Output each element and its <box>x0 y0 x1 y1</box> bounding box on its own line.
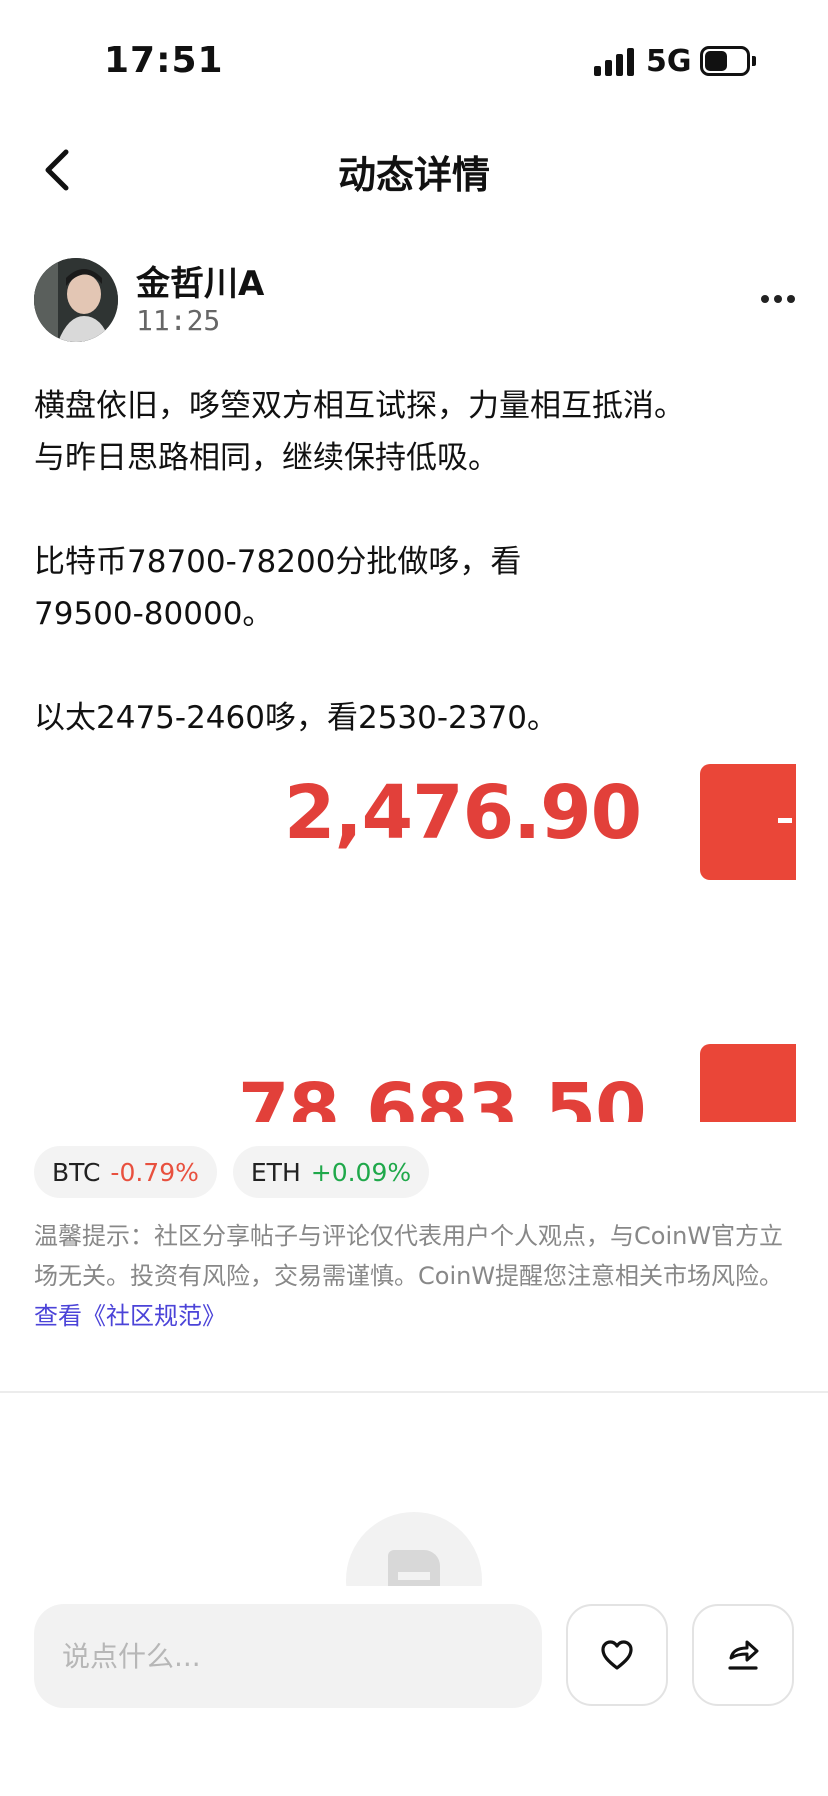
coin-tag-eth[interactable]: ETH +0.09% <box>232 1146 430 1198</box>
more-button[interactable] <box>754 284 802 314</box>
coin-change: +0.09% <box>310 1157 412 1187</box>
post-body: 横盘依旧，哆箜双方相互试探，力量相互抵消。 与昨日思路相同，继续保持低吸。 比特… <box>34 380 794 744</box>
post-line: 79500-80000。 <box>34 596 274 632</box>
community-rules-link[interactable]: 查看《社区规范》 <box>34 1302 226 1330</box>
disclaimer-text: 温馨提示：社区分享帖子与评论仅代表用户个人观点，与CoinW官方立场无关。投资有… <box>34 1222 784 1290</box>
nav-bar: 动态详情 <box>0 120 828 220</box>
comment-input[interactable] <box>34 1604 542 1708</box>
post-image[interactable]: 2,476.90 78,683.50 <box>34 756 796 1122</box>
coin-tags: BTC -0.79% ETH +0.09% <box>34 1146 430 1198</box>
post-time: 11:25 <box>136 304 221 337</box>
share-icon <box>728 1640 759 1670</box>
red-button-block <box>700 764 796 880</box>
post-line: 横盘依旧，哆箜双方相互试探，力量相互抵消。 <box>34 388 685 424</box>
divider <box>0 1391 828 1393</box>
post-line: 与昨日思路相同，继续保持低吸。 <box>34 440 499 476</box>
eth-price-text: 2,476.90 <box>284 770 642 856</box>
coin-symbol: ETH <box>250 1157 301 1187</box>
page-title: 动态详情 <box>337 153 490 197</box>
network-label: 5G <box>646 44 692 79</box>
post-line: 比特币78700-78200分批做哆，看 <box>34 544 522 580</box>
author-name[interactable]: 金哲川A <box>136 256 264 305</box>
signal-icon <box>594 48 636 76</box>
empty-comments-illustration <box>346 1512 482 1586</box>
disclaimer: 温馨提示：社区分享帖子与评论仅代表用户个人观点，与CoinW官方立场无关。投资有… <box>34 1216 796 1336</box>
more-icon <box>761 295 795 303</box>
status-time: 17:51 <box>104 40 224 81</box>
author-row: 金哲川A 11:25 <box>0 254 828 354</box>
avatar-image <box>34 258 118 342</box>
document-icon <box>388 1550 440 1586</box>
avatar[interactable] <box>34 258 118 342</box>
coin-tag-btc[interactable]: BTC -0.79% <box>34 1146 217 1198</box>
red-button-block <box>700 1044 796 1122</box>
btc-price-text: 78,683.50 <box>238 1068 647 1122</box>
battery-icon <box>700 46 756 76</box>
share-button[interactable] <box>692 1604 794 1706</box>
coin-change: -0.79% <box>110 1157 199 1187</box>
like-button[interactable] <box>566 1604 668 1706</box>
post-line: 以太2475-2460哆，看2530-2370。 <box>34 700 558 736</box>
coin-symbol: BTC <box>52 1157 101 1187</box>
heart-icon <box>601 1640 633 1670</box>
status-bar: 17:51 5G <box>0 0 828 120</box>
